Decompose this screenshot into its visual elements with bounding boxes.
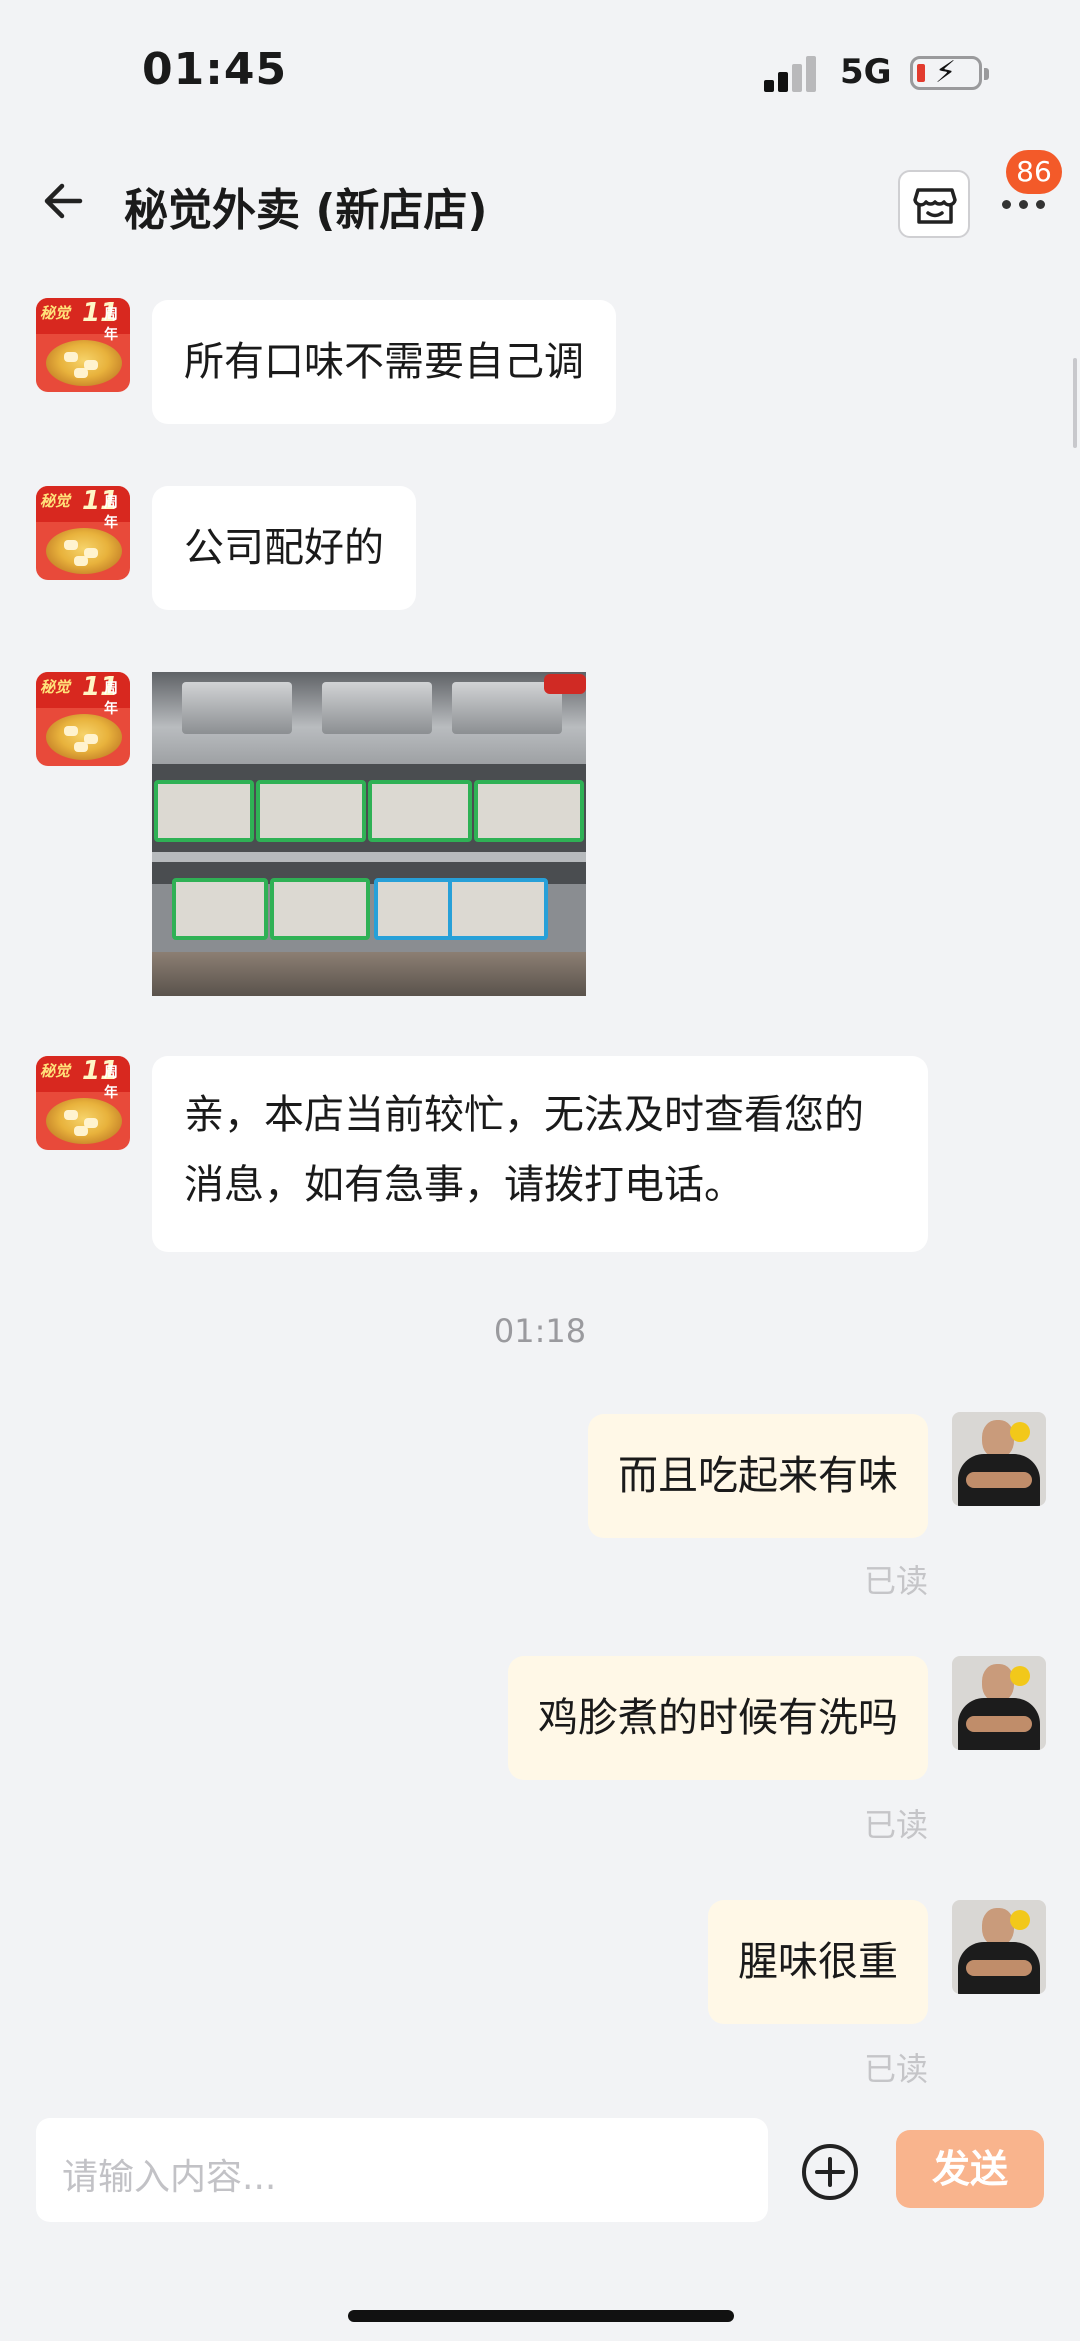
store-icon: [913, 188, 957, 224]
chat-title: 秘觉外卖 (新店店): [124, 185, 488, 236]
user-avatar[interactable]: [952, 1412, 1046, 1506]
notification-badge: 86: [1006, 150, 1062, 194]
user-avatar[interactable]: [952, 1900, 1046, 1994]
chat-screen: 01:45 5G ⚡ 秘觉外卖 (新店店) 86 秘觉 11 周年 所有口味不需…: [0, 0, 1080, 2341]
more-options-icon[interactable]: [1000, 190, 1048, 220]
incoming-message[interactable]: 公司配好的: [152, 486, 416, 610]
battery-charging-icon: ⚡: [910, 55, 989, 90]
message-input-placeholder: 请输入内容...: [62, 2157, 277, 2198]
signal-strength-icon: [764, 56, 824, 92]
outgoing-message[interactable]: 鸡胗煮的时候有洗吗: [508, 1656, 928, 1780]
read-receipt: 已读: [863, 1806, 928, 1844]
kitchen-shelf-photo[interactable]: [152, 672, 586, 996]
network-type: 5G: [840, 52, 892, 92]
read-receipt: 已读: [863, 2050, 928, 2088]
shop-avatar[interactable]: 秘觉 11 周年: [36, 298, 130, 392]
send-button[interactable]: 发送: [896, 2130, 1044, 2208]
incoming-message[interactable]: 亲，本店当前较忙，无法及时查看您的消息，如有急事，请拨打电话。: [152, 1056, 928, 1252]
user-avatar[interactable]: [952, 1656, 1046, 1750]
scrollbar[interactable]: [1073, 358, 1077, 448]
add-attachment-icon[interactable]: [800, 2142, 860, 2202]
home-indicator[interactable]: [348, 2310, 734, 2322]
shop-avatar[interactable]: 秘觉 11 周年: [36, 1056, 130, 1150]
message-timestamp: 01:18: [493, 1312, 587, 1350]
shop-avatar[interactable]: 秘觉 11 周年: [36, 486, 130, 580]
store-button[interactable]: [898, 170, 970, 238]
outgoing-message[interactable]: 腥味很重: [708, 1900, 928, 2024]
outgoing-message[interactable]: 而且吃起来有味: [588, 1414, 928, 1538]
message-input[interactable]: 请输入内容...: [36, 2118, 768, 2222]
shop-avatar[interactable]: 秘觉 11 周年: [36, 672, 130, 766]
status-time: 01:45: [142, 44, 288, 95]
back-arrow-icon[interactable]: [40, 176, 90, 226]
incoming-message[interactable]: 所有口味不需要自己调: [152, 300, 616, 424]
read-receipt: 已读: [863, 1562, 928, 1600]
